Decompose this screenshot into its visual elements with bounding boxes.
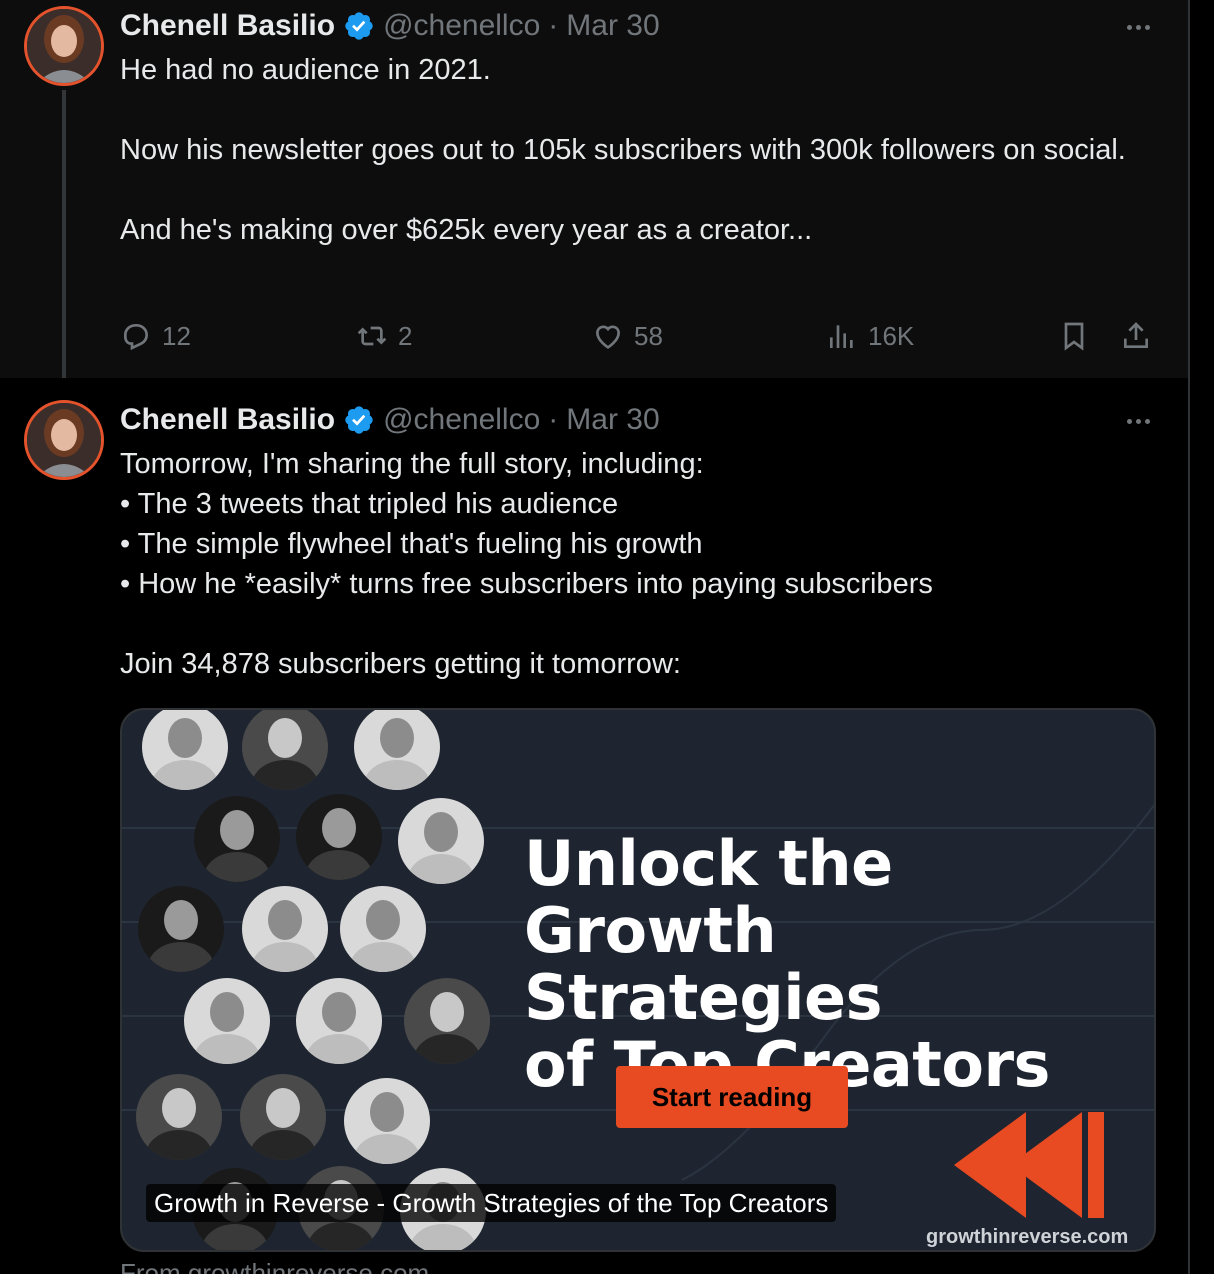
views-count: 16K (868, 320, 915, 351)
tweet[interactable]: Chenell Basilio @chenellco · Mar 30 Tomo… (0, 378, 1188, 1274)
tweet-actions: 12 2 58 16K (120, 314, 1160, 358)
card-image-domain: growthinreverse.com (926, 1226, 1129, 1248)
separator-dot: · (548, 9, 559, 42)
views-chart-icon (830, 325, 853, 348)
verified-badge-icon[interactable] (343, 404, 375, 436)
reply-button[interactable]: 12 (120, 314, 191, 358)
creator-portrait (194, 796, 280, 882)
bookmark-button[interactable] (1058, 314, 1100, 358)
views-button[interactable]: 16K (826, 314, 914, 358)
tweet-header: Chenell Basilio @chenellco · Mar 30 (120, 400, 660, 440)
start-reading-button[interactable]: Start reading (616, 1066, 848, 1128)
share-icon (1124, 322, 1148, 348)
thread-connector-line (62, 90, 66, 390)
card-source-link[interactable]: From growthinreverse.com (120, 1258, 429, 1274)
reply-count: 12 (162, 320, 191, 351)
card-title[interactable]: Growth in Reverse - Growth Strategies of… (146, 1184, 837, 1222)
tweet[interactable]: Chenell Basilio @chenellco · Mar 30 He h… (0, 0, 1188, 390)
avatar[interactable] (24, 400, 104, 480)
repost-icon (357, 326, 387, 346)
rewind-logo-icon (954, 1112, 1104, 1218)
tweet-text-line: • The simple flywheel that's fueling his… (120, 528, 703, 560)
avatar[interactable] (24, 6, 104, 86)
tweet-text-line: He had no audience in 2021. (120, 54, 491, 86)
creator-portrait (142, 710, 228, 790)
share-button[interactable] (1120, 314, 1162, 358)
repost-count: 2 (398, 320, 413, 351)
tweet-date[interactable]: Mar 30 (566, 403, 659, 437)
reply-icon (124, 324, 149, 351)
tweet-text-line: Join 34,878 subscribers getting it tomor… (120, 648, 681, 680)
creator-portrait (184, 978, 270, 1064)
separator-dot: · (548, 403, 559, 436)
tweet-header: Chenell Basilio @chenellco · Mar 30 (120, 6, 660, 46)
tweet-text-line: • The 3 tweets that tripled his audience (120, 488, 619, 520)
creator-portrait (398, 798, 484, 884)
creator-portrait (340, 886, 426, 972)
tweet-text: Tomorrow, I'm sharing the full story, in… (120, 444, 1150, 684)
like-button[interactable]: 58 (592, 314, 663, 358)
column-border (1188, 0, 1190, 1274)
verified-badge-icon[interactable] (343, 10, 375, 42)
creator-portrait (354, 710, 440, 790)
timeline-feed: Chenell Basilio @chenellco · Mar 30 He h… (0, 0, 1188, 1274)
creator-portrait (296, 978, 382, 1064)
creator-portrait (404, 978, 490, 1064)
like-count: 58 (634, 320, 663, 351)
more-horizontal-icon[interactable] (1118, 406, 1158, 436)
creator-portrait (242, 886, 328, 972)
creator-portrait (242, 710, 328, 790)
tweet-text: He had no audience in 2021. Now his news… (120, 50, 1150, 250)
card-headline: Unlock the Growth Strategies of Top Crea… (524, 827, 1050, 1101)
creator-portrait (138, 886, 224, 972)
repost-button[interactable]: 2 (356, 314, 412, 358)
bookmark-icon (1064, 322, 1084, 351)
tweet-text-line: Now his newsletter goes out to 105k subs… (120, 134, 1126, 166)
link-card[interactable]: Unlock the Growth Strategies of Top Crea… (120, 708, 1156, 1252)
creator-portrait (296, 794, 382, 880)
tweet-text-line: Tomorrow, I'm sharing the full story, in… (120, 448, 704, 480)
more-horizontal-icon[interactable] (1118, 12, 1158, 42)
heart-icon (595, 325, 621, 349)
tweet-date[interactable]: Mar 30 (566, 9, 659, 43)
creator-portrait (240, 1074, 326, 1160)
author-name[interactable]: Chenell Basilio (120, 9, 335, 43)
author-handle[interactable]: @chenellco (383, 403, 540, 437)
tweet-text-line: • How he *easily* turns free subscribers… (120, 568, 933, 600)
author-handle[interactable]: @chenellco (383, 9, 540, 43)
tweet-text-line: And he's making over $625k every year as… (120, 214, 813, 246)
author-name[interactable]: Chenell Basilio (120, 403, 335, 437)
creator-portrait (344, 1078, 430, 1164)
creator-portrait (136, 1074, 222, 1160)
